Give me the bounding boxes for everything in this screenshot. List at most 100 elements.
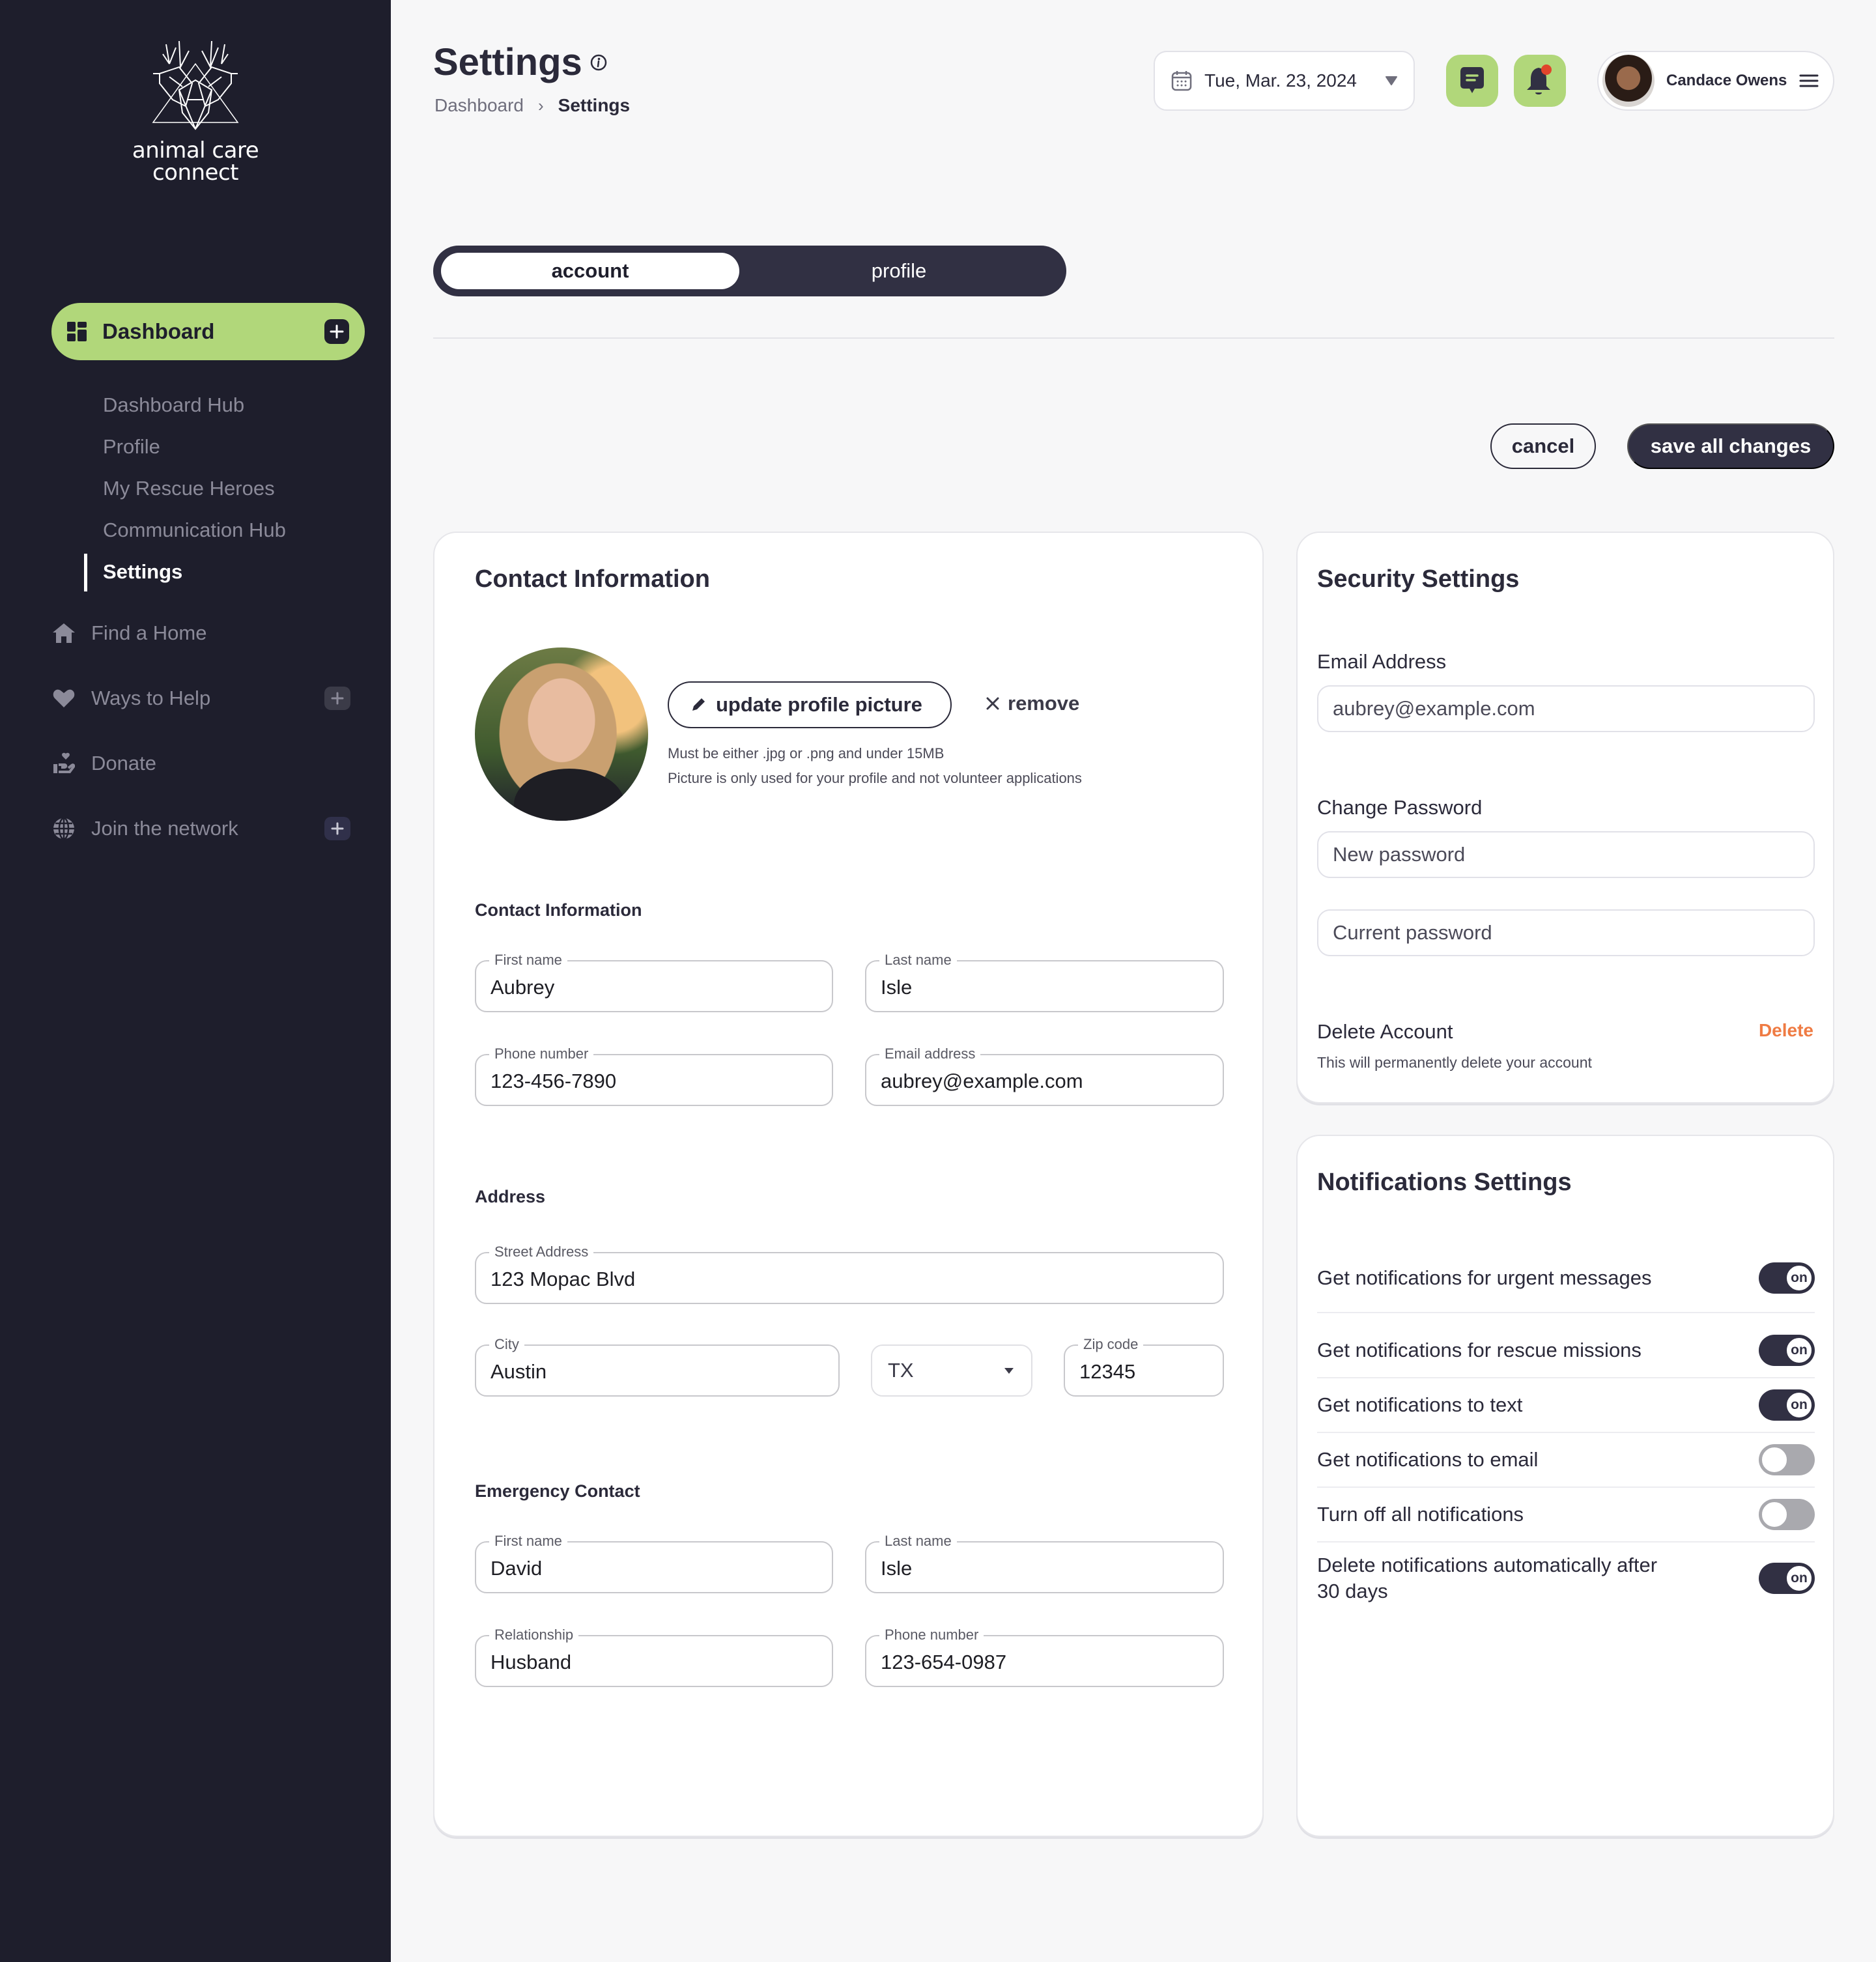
field-label: Phone number — [489, 1046, 594, 1062]
sidebar-item-label: Ways to Help — [91, 687, 211, 709]
first-name-field[interactable]: First name Aubrey — [475, 952, 833, 1012]
emergency-last-name-field[interactable]: Last name Isle — [865, 1533, 1224, 1593]
settings-tabs: account profile — [433, 246, 1066, 296]
section-divider — [433, 337, 1834, 339]
notification-label: Get notifications to text — [1317, 1393, 1523, 1416]
sidebar-item-join-the-network[interactable]: Join the network — [51, 796, 350, 861]
notification-toggle[interactable] — [1759, 1444, 1815, 1475]
field-value: Isle — [881, 1557, 913, 1580]
save-all-changes-button[interactable]: save all changes — [1627, 423, 1834, 469]
zip-code-field[interactable]: Zip code 12345 — [1064, 1337, 1224, 1397]
email-address-field[interactable]: Email address aubrey@example.com — [865, 1046, 1224, 1106]
toggle-knob: on — [1785, 1565, 1813, 1592]
toggle-knob: on — [1785, 1337, 1813, 1364]
dashboard-subnav: Dashboard Hub Profile My Rescue Heroes C… — [84, 384, 286, 593]
toggle-knob: on — [1785, 1391, 1813, 1419]
last-name-field[interactable]: Last name Isle — [865, 952, 1224, 1012]
dashboard-grid-icon — [67, 322, 87, 341]
emergency-phone-number-field[interactable]: Phone number 123-654-0987 — [865, 1627, 1224, 1687]
change-password-label: Change Password — [1317, 796, 1483, 819]
hamburger-menu-icon[interactable] — [1799, 74, 1819, 88]
notification-toggle[interactable] — [1759, 1499, 1815, 1530]
field-value: 123-456-7890 — [490, 1070, 617, 1092]
update-profile-picture-button[interactable]: update profile picture — [668, 681, 952, 728]
field-value: Aubrey — [490, 976, 555, 999]
field-value: David — [490, 1557, 543, 1580]
page-title-text: Settings — [433, 41, 582, 83]
brand-name-line2: connect — [152, 160, 239, 186]
notification-row: Turn off all notifications — [1317, 1488, 1815, 1543]
sidebar-subitem-dashboard-hub[interactable]: Dashboard Hub — [103, 384, 286, 426]
bell-icon — [1527, 64, 1552, 94]
notification-toggle[interactable]: on — [1759, 1262, 1815, 1294]
field-label: First name — [489, 952, 567, 968]
notification-toggle[interactable]: on — [1759, 1563, 1815, 1594]
emergency-first-name-field[interactable]: First name David — [475, 1533, 833, 1593]
dashboard-expand-button[interactable] — [324, 319, 349, 344]
delete-account-link[interactable]: Delete — [1759, 1020, 1813, 1041]
delete-account-hint: This will permanently delete your accoun… — [1317, 1054, 1592, 1071]
field-label: Relationship — [489, 1627, 579, 1643]
cancel-button[interactable]: cancel — [1490, 423, 1596, 469]
field-label: Email address — [879, 1046, 981, 1062]
sidebar-item-label: Find a Home — [91, 621, 207, 644]
notification-toggle[interactable]: on — [1759, 1335, 1815, 1366]
user-menu[interactable]: Candace Owens — [1597, 51, 1834, 111]
breadcrumb-dashboard[interactable]: Dashboard — [434, 95, 524, 116]
close-icon — [986, 697, 999, 710]
picture-format-hint: Must be either .jpg or .png and under 15… — [668, 745, 945, 761]
page-title: Settings — [433, 40, 607, 84]
notifications-settings-card: Notifications Settings Get notifications… — [1296, 1135, 1834, 1837]
brand-logo[interactable]: animal care connect — [130, 38, 261, 184]
plus-icon — [331, 692, 344, 705]
donate-hand-icon — [51, 750, 77, 776]
emergency-relationship-field[interactable]: Relationship Husband — [475, 1627, 833, 1687]
sidebar-item-label: Join the network — [91, 817, 238, 840]
sidebar-item-label: Donate — [91, 752, 156, 775]
field-label: Zip code — [1078, 1337, 1144, 1352]
toggle-knob: on — [1785, 1264, 1813, 1292]
messages-button[interactable] — [1446, 55, 1498, 107]
sidebar-subitem-profile[interactable]: Profile — [103, 426, 286, 468]
plus-icon — [331, 822, 344, 835]
sidebar-subitem-my-rescue-heroes[interactable]: My Rescue Heroes — [103, 468, 286, 509]
new-password-input[interactable]: New password — [1317, 831, 1815, 878]
security-email-input[interactable]: aubrey@example.com — [1317, 685, 1815, 732]
plus-icon — [330, 324, 344, 339]
tab-account[interactable]: account — [441, 253, 739, 289]
notification-toggle[interactable]: on — [1759, 1389, 1815, 1421]
caret-down-icon — [1386, 76, 1397, 85]
sidebar-item-donate[interactable]: Donate — [51, 731, 350, 796]
sidebar-subitem-communication-hub[interactable]: Communication Hub — [103, 509, 286, 551]
main-nav: Find a Home Ways to Help Donate Join the… — [51, 601, 350, 861]
city-field[interactable]: City Austin — [475, 1337, 840, 1397]
sidebar-item-dashboard[interactable]: Dashboard — [51, 303, 365, 360]
breadcrumb: Dashboard › Settings — [434, 95, 630, 116]
notification-row: Get notifications to email — [1317, 1433, 1815, 1488]
field-label: Street Address — [489, 1244, 594, 1260]
remove-picture-button[interactable]: remove — [986, 692, 1079, 715]
info-icon[interactable] — [590, 54, 607, 71]
street-address-field[interactable]: Street Address 123 Mopac Blvd — [475, 1244, 1224, 1304]
security-settings-card: Security Settings Email Address aubrey@e… — [1296, 532, 1834, 1103]
chat-icon — [1460, 67, 1484, 93]
chevron-right-icon: › — [537, 95, 544, 115]
security-card-title: Security Settings — [1317, 565, 1520, 593]
home-icon — [51, 620, 77, 646]
sidebar-item-find-a-home[interactable]: Find a Home — [51, 601, 350, 666]
current-password-input[interactable]: Current password — [1317, 909, 1815, 956]
state-select[interactable]: TX — [871, 1344, 1032, 1397]
notification-label: Turn off all notifications — [1317, 1503, 1524, 1526]
tab-profile[interactable]: profile — [739, 253, 1059, 289]
field-label: Phone number — [879, 1627, 984, 1643]
animal-heads-logo-icon — [152, 40, 239, 130]
ways-to-help-expand-button[interactable] — [324, 687, 350, 710]
brand-name-line1: animal care — [132, 137, 259, 164]
join-network-expand-button[interactable] — [324, 817, 350, 840]
phone-number-field[interactable]: Phone number 123-456-7890 — [475, 1046, 833, 1106]
sidebar-item-ways-to-help[interactable]: Ways to Help — [51, 666, 350, 731]
notifications-button[interactable] — [1514, 55, 1566, 107]
sidebar-subitem-settings[interactable]: Settings — [84, 551, 286, 593]
date-picker[interactable]: Tue, Mar. 23, 2024 — [1154, 51, 1415, 111]
field-value: Isle — [881, 976, 913, 999]
